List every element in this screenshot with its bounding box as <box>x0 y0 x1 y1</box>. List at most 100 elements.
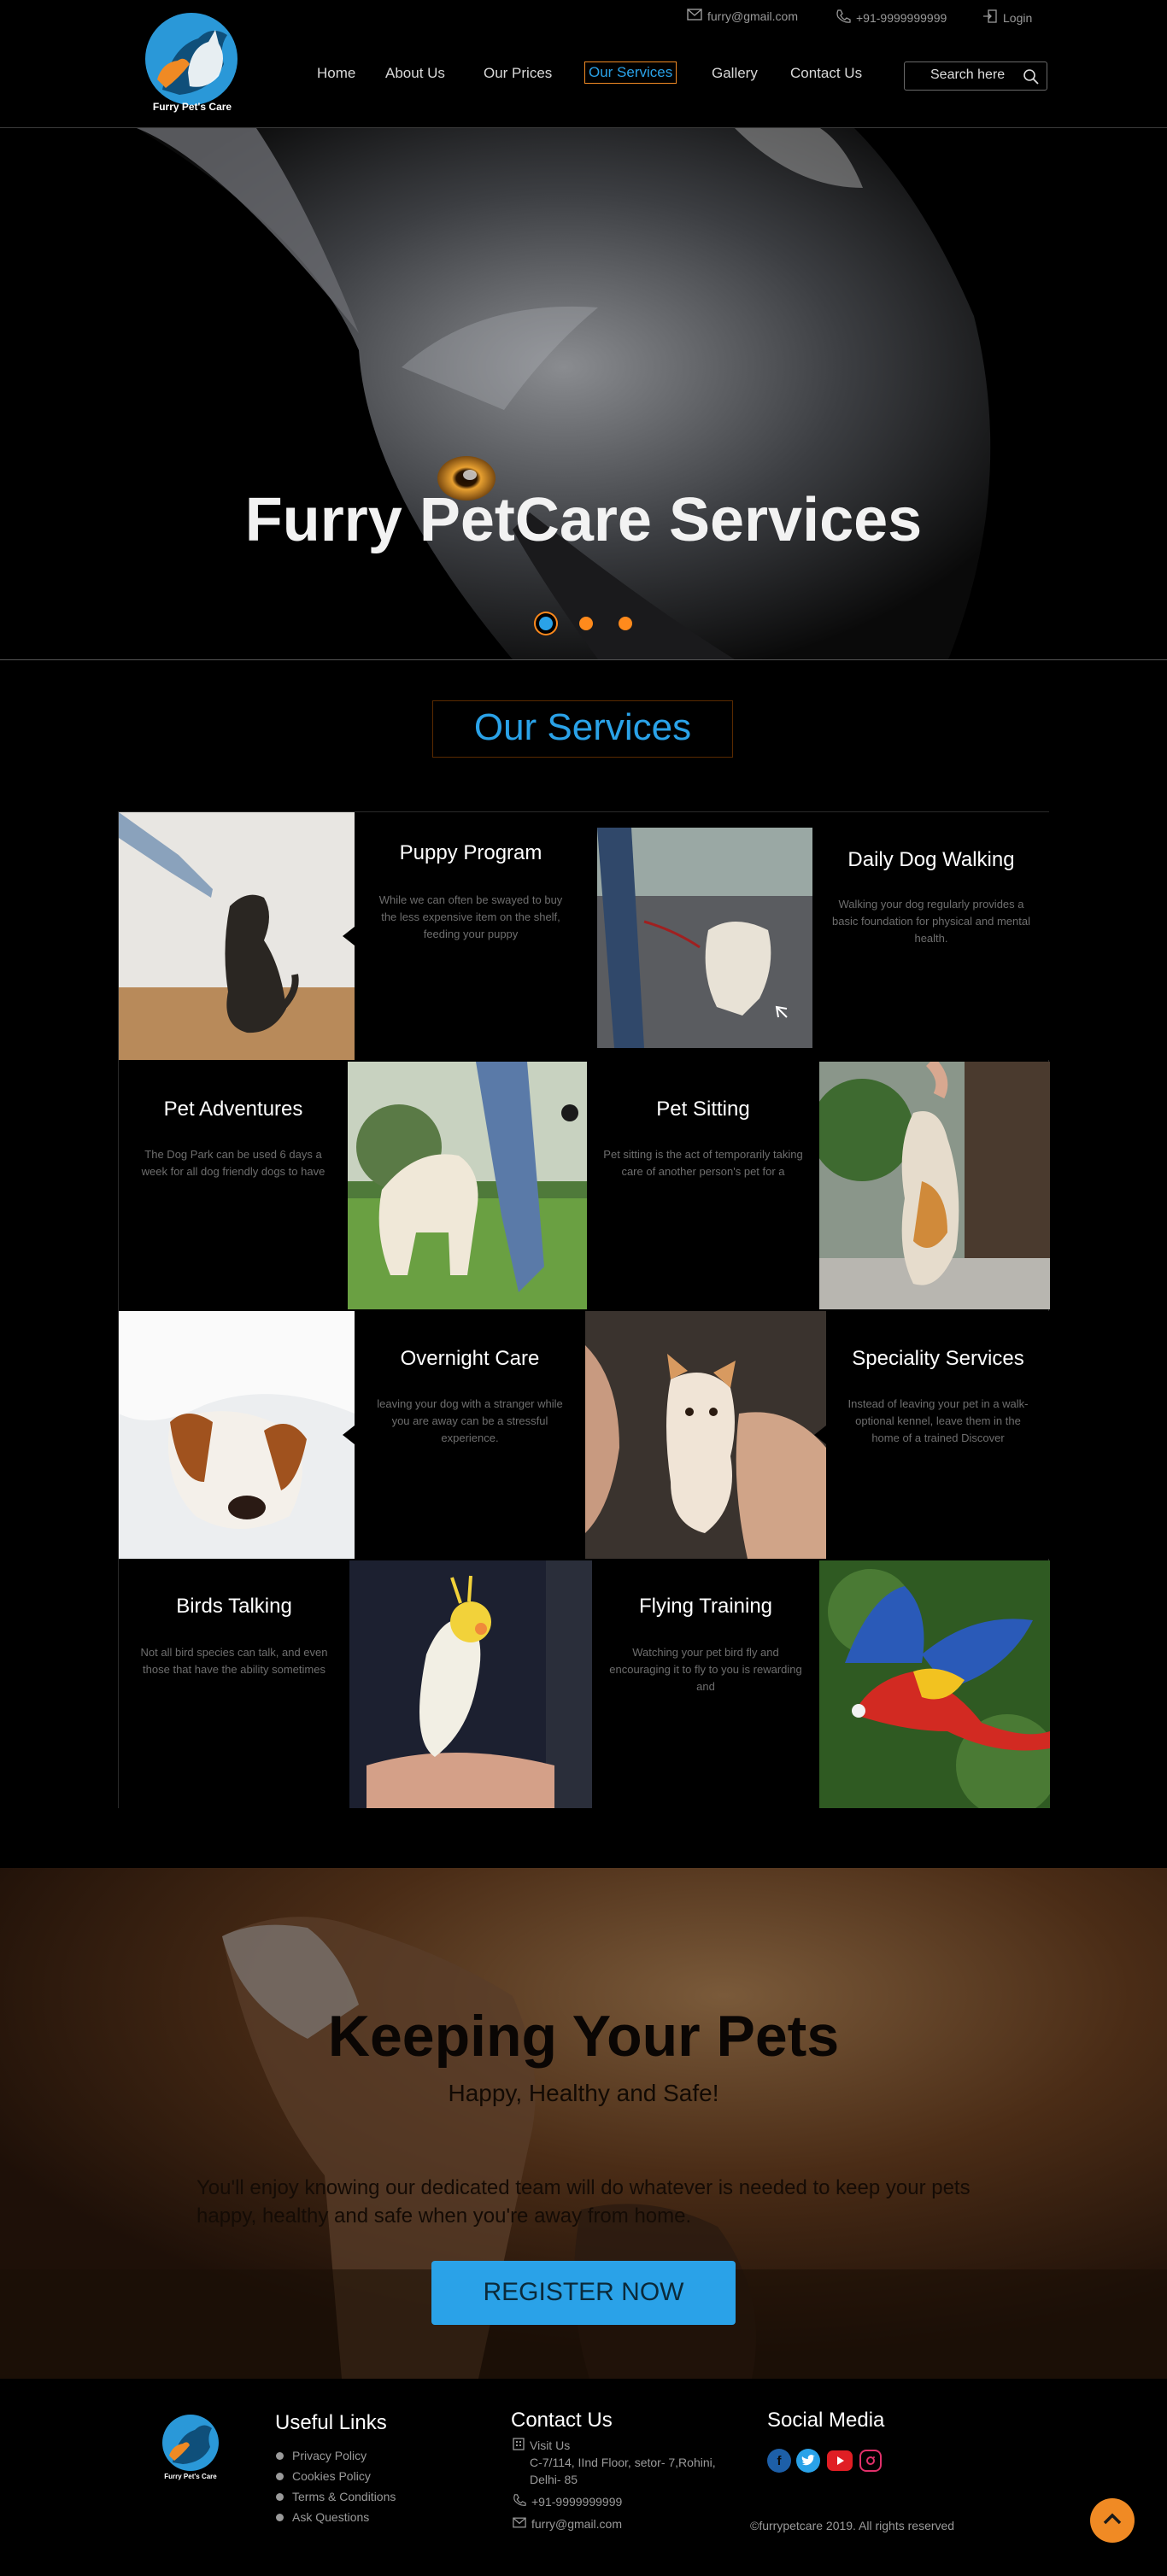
footer-link-label: Terms & Conditions <box>292 2490 396 2503</box>
footer-link-terms[interactable]: Terms & Conditions <box>276 2490 396 2503</box>
service-text: Pet sitting is the act of temporarily ta… <box>603 1148 803 1178</box>
services-grid: Puppy Program While we can often be sway… <box>118 811 1050 1808</box>
speciality-services-image <box>585 1311 826 1559</box>
footer-link-ask-questions[interactable]: Ask Questions <box>276 2510 369 2524</box>
mail-icon <box>687 9 702 23</box>
service-title: Pet Sitting <box>656 1098 750 1121</box>
footer-link-label: Ask Questions <box>292 2510 370 2524</box>
birds-talking-image <box>349 1560 592 1808</box>
service-card-pet-adventures[interactable]: Pet Adventures The Dog Park can be used … <box>119 1062 348 1309</box>
footer-phone[interactable]: +91-9999999999 <box>513 2493 622 2511</box>
service-text: leaving your dog with a stranger while y… <box>377 1397 563 1444</box>
useful-links-title: Useful Links <box>275 2411 387 2434</box>
phone-icon <box>513 2493 526 2511</box>
card-pointer <box>814 1426 826 1444</box>
nav-home[interactable]: Home <box>317 65 355 82</box>
contact-us-title: Contact Us <box>511 2409 613 2432</box>
bullet <box>276 2472 284 2480</box>
footer-phone-text: +91-9999999999 <box>531 2495 623 2509</box>
service-title: Daily Dog Walking <box>847 848 1015 871</box>
search-icon[interactable] <box>1023 68 1040 90</box>
register-now-button[interactable]: REGISTER NOW <box>431 2261 736 2325</box>
hero-title: Furry PetCare Services <box>244 486 923 554</box>
service-card-speciality-services[interactable]: Speciality Services Instead of leaving y… <box>814 1311 1050 1559</box>
header-email[interactable]: furry@gmail.com <box>687 9 798 23</box>
site-logo[interactable]: Furry Pet's Care <box>141 9 239 115</box>
pet-adventures-image <box>348 1062 587 1309</box>
card-pointer <box>343 927 355 946</box>
nav-our-services[interactable]: Our Services <box>584 61 677 84</box>
slider-dot-1[interactable] <box>539 617 553 630</box>
visit-us-label: Visit Us <box>530 2438 571 2452</box>
nav-about-us[interactable]: About Us <box>385 65 445 82</box>
service-text: While we can often be swayed to buy the … <box>378 893 563 940</box>
scroll-to-top-button[interactable] <box>1090 2498 1135 2543</box>
footer-link-label: Privacy Policy <box>292 2449 367 2462</box>
footer-email[interactable]: furry@gmail.com <box>513 2515 622 2532</box>
header-phone-text: +91-9999999999 <box>856 10 947 25</box>
hero-divider <box>0 659 1167 660</box>
search-input[interactable]: Search here <box>904 61 1047 91</box>
daily-dog-walking-image <box>597 828 812 1048</box>
pet-sitting-image <box>819 1062 1050 1309</box>
mail-icon <box>513 2515 526 2532</box>
chevron-up-icon <box>1102 2512 1123 2530</box>
service-card-pet-sitting[interactable]: Pet Sitting Pet sitting is the act of te… <box>587 1062 819 1309</box>
phone-icon <box>836 9 851 26</box>
service-title: Speciality Services <box>852 1347 1024 1370</box>
footer-link-label: Cookies Policy <box>292 2469 371 2483</box>
copyright: ©furrypetcare 2019. All rights reserved <box>750 2519 955 2532</box>
bullet <box>276 2513 284 2521</box>
flying-training-image <box>819 1560 1050 1808</box>
footer-logo-emblem <box>162 2415 219 2471</box>
service-card-overnight-care[interactable]: Overnight Care leaving your dog with a s… <box>343 1311 585 1559</box>
service-title: Overnight Care <box>400 1347 540 1370</box>
overnight-care-image <box>119 1311 355 1559</box>
footer-link-cookies[interactable]: Cookies Policy <box>276 2469 371 2483</box>
slider-dot-3[interactable] <box>619 617 632 630</box>
service-card-daily-dog-walking[interactable]: Daily Dog Walking Walking your dog regul… <box>812 812 1050 1060</box>
services-title: Our Services <box>432 700 733 758</box>
nav-contact-us[interactable]: Contact Us <box>790 65 862 82</box>
twitter-icon[interactable] <box>796 2449 820 2473</box>
hero-dog-image <box>0 128 1167 659</box>
social-media-title: Social Media <box>767 2409 885 2432</box>
banner-subtitle: Happy, Healthy and Safe! <box>448 2080 719 2106</box>
logo-emblem <box>145 13 238 105</box>
facebook-icon[interactable]: f <box>767 2449 791 2473</box>
footer-logo-text: Furry Pet's Care <box>164 2473 217 2480</box>
footer-link-privacy[interactable]: Privacy Policy <box>276 2449 367 2462</box>
footer-logo[interactable]: Furry Pet's Care <box>157 2415 224 2486</box>
login-label: Login <box>1003 10 1033 25</box>
service-title: Puppy Program <box>399 841 542 864</box>
service-title: Pet Adventures <box>163 1098 303 1121</box>
visit-us: Visit Us <box>513 2437 570 2455</box>
search-placeholder: Search here <box>930 67 1006 82</box>
card-pointer <box>343 1426 355 1444</box>
youtube-icon[interactable] <box>827 2450 853 2471</box>
footer-email-text: furry@gmail.com <box>531 2517 623 2531</box>
service-card-birds-talking[interactable]: Birds Talking Not all bird species can t… <box>119 1560 349 1808</box>
instagram-icon[interactable] <box>859 2450 882 2472</box>
puppy-program-image <box>119 812 355 1060</box>
service-title: Flying Training <box>638 1595 773 1618</box>
header-phone[interactable]: +91-9999999999 <box>836 9 947 26</box>
service-card-flying-training[interactable]: Flying Training Watching your pet bird f… <box>592 1560 819 1808</box>
nav-our-prices[interactable]: Our Prices <box>484 65 552 82</box>
site-header: Furry Pet's Care furry@gmail.com +91-999… <box>0 0 1167 128</box>
nav-gallery[interactable]: Gallery <box>712 65 758 82</box>
hero-slider: Furry PetCare Services <box>0 128 1167 659</box>
service-text: The Dog Park can be used 6 days a week f… <box>141 1148 325 1178</box>
bullet <box>276 2451 284 2460</box>
banner-text: You'll enjoy knowing our dedicated team … <box>196 2176 971 2228</box>
login-link[interactable]: Login <box>982 9 1032 26</box>
slider-dot-2[interactable] <box>579 617 593 630</box>
login-icon <box>982 9 998 26</box>
service-card-puppy-program[interactable]: Puppy Program While we can often be sway… <box>343 812 587 1060</box>
service-title: Birds Talking <box>176 1595 292 1618</box>
service-text: Not all bird species can talk, and even … <box>140 1646 328 1676</box>
service-text: Walking your dog regularly provides a ba… <box>832 898 1030 945</box>
bullet <box>276 2492 284 2501</box>
site-footer: Furry Pet's Care Useful Links Privacy Po… <box>0 2379 1167 2576</box>
keeping-pets-banner: Keeping Your Pets Happy, Healthy and Saf… <box>0 1868 1167 2379</box>
